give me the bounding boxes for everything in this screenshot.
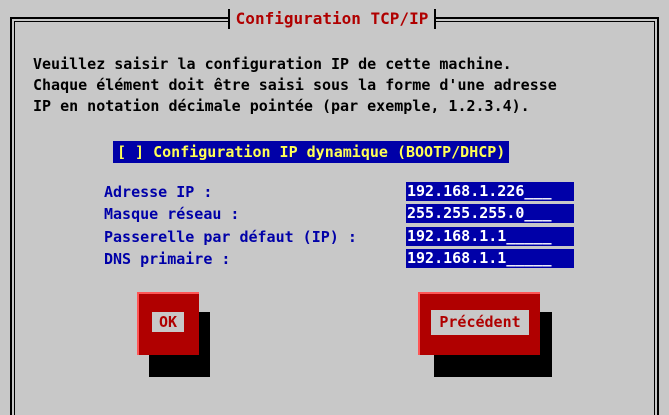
gateway-value: 192.168.1.1 bbox=[407, 227, 507, 245]
netmask-value: 255.255.255.0 bbox=[407, 204, 525, 222]
back-button-label: Précédent bbox=[431, 310, 529, 335]
ok-button[interactable]: OK bbox=[137, 292, 199, 355]
text-mode-screen: Configuration TCP/IP Veuillez saisir la … bbox=[0, 0, 669, 415]
tcpip-dialog: Configuration TCP/IP Veuillez saisir la … bbox=[0, 0, 669, 415]
dns-field[interactable]: 192.168.1.1_____ bbox=[406, 249, 574, 268]
netmask-label: Masque réseau : bbox=[104, 205, 240, 223]
netmask-field[interactable]: 255.255.255.0___ bbox=[406, 204, 574, 223]
ip-address-value: 192.168.1.226 bbox=[407, 182, 525, 200]
ip-address-field[interactable]: 192.168.1.226___ bbox=[406, 182, 574, 201]
ok-button-label: OK bbox=[152, 312, 184, 332]
dns-value: 192.168.1.1 bbox=[407, 249, 507, 267]
dns-label: DNS primaire : bbox=[104, 250, 231, 268]
ip-address-underscores: ___ bbox=[524, 182, 552, 200]
intro-line-3: IP en notation décimale pointée (par exe… bbox=[33, 97, 530, 115]
gateway-field[interactable]: 192.168.1.1_____ bbox=[406, 227, 574, 246]
gateway-underscores: _____ bbox=[506, 227, 552, 245]
dhcp-checkbox[interactable]: [ ] Configuration IP dynamique (BOOTP/DH… bbox=[113, 141, 510, 163]
netmask-underscores: ___ bbox=[524, 204, 552, 222]
ip-address-label: Adresse IP : bbox=[104, 183, 213, 201]
intro-text: Veuillez saisir la configuration IP de c… bbox=[33, 54, 557, 117]
intro-line-1: Veuillez saisir la configuration IP de c… bbox=[33, 55, 512, 73]
dialog-title: Configuration TCP/IP bbox=[228, 6, 436, 32]
dns-underscores: _____ bbox=[506, 249, 552, 267]
gateway-label: Passerelle par défaut (IP) : bbox=[104, 228, 357, 246]
back-button[interactable]: Précédent bbox=[418, 292, 540, 355]
intro-line-2: Chaque élément doit être saisi sous la f… bbox=[33, 76, 557, 94]
